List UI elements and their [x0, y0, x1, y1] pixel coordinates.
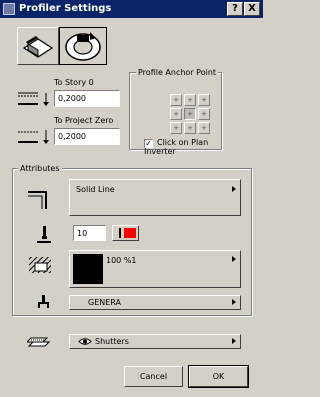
material-icon [36, 294, 52, 310]
help-button[interactable]: ? [227, 2, 243, 16]
anchor-top-center[interactable]: + [184, 94, 196, 106]
pen-number-input[interactable]: 10 [73, 225, 106, 241]
click-on-plan-label-line2: Inverter [144, 147, 176, 156]
anchor-bottom-center[interactable]: + [184, 122, 196, 134]
hatch-fill-icon [27, 255, 55, 277]
to-project-zero-label: To Project Zero [54, 116, 114, 125]
profile-type-rotate-icon [65, 32, 101, 61]
line-type-label: Solid Line [76, 185, 115, 194]
click-on-plan-label: Click on Plan [157, 138, 209, 147]
anchor-top-left[interactable]: + [170, 94, 182, 106]
anchor-bottom-left[interactable]: + [170, 122, 182, 134]
cancel-button[interactable]: Cancel [124, 366, 183, 387]
profile-type-flat-icon [22, 36, 54, 58]
pen-color-divider [119, 228, 121, 238]
attributes-group-label: Attributes [18, 164, 62, 173]
anchor-middle-right[interactable]: + [198, 108, 210, 120]
profile-type-flat-button[interactable] [17, 27, 59, 65]
eye-icon [78, 337, 92, 346]
to-story-input[interactable]: 0,2000 [54, 90, 120, 107]
anchor-center[interactable]: + [184, 108, 196, 120]
window-title: Profiler Settings [19, 3, 112, 14]
app-icon [3, 3, 15, 15]
fill-label: 100 %1 [106, 256, 137, 265]
profile-type-rotate-button[interactable] [59, 27, 107, 65]
anchor-top-right[interactable]: + [198, 94, 210, 106]
anchor-bottom-right[interactable]: + [198, 122, 210, 134]
fill-arrow-icon [232, 256, 236, 262]
story-elevation-icon [16, 89, 54, 109]
line-type-arrow-icon [232, 186, 236, 192]
pen-color-swatch [124, 228, 136, 238]
project-zero-elevation-icon [16, 127, 54, 147]
pen-icon [35, 225, 53, 245]
layer-label: Shutters [95, 337, 129, 346]
anchor-middle-left[interactable]: + [170, 108, 182, 120]
to-story-label: To Story 0 [54, 78, 94, 87]
to-project-zero-input[interactable]: 0,2000 [54, 128, 120, 145]
anchor-point-group-label: Profile Anchor Point [136, 68, 219, 77]
fill-swatch [73, 254, 103, 284]
material-label: GENERA [88, 298, 121, 307]
close-button[interactable]: X [244, 2, 260, 16]
ok-button[interactable]: OK [189, 366, 248, 387]
layer-arrow-icon [232, 338, 236, 344]
anchor-point-grid: + + + + + + + + + [170, 94, 210, 134]
line-corner-icon [26, 187, 52, 211]
material-arrow-icon [232, 299, 236, 305]
layer-icon [25, 334, 53, 350]
